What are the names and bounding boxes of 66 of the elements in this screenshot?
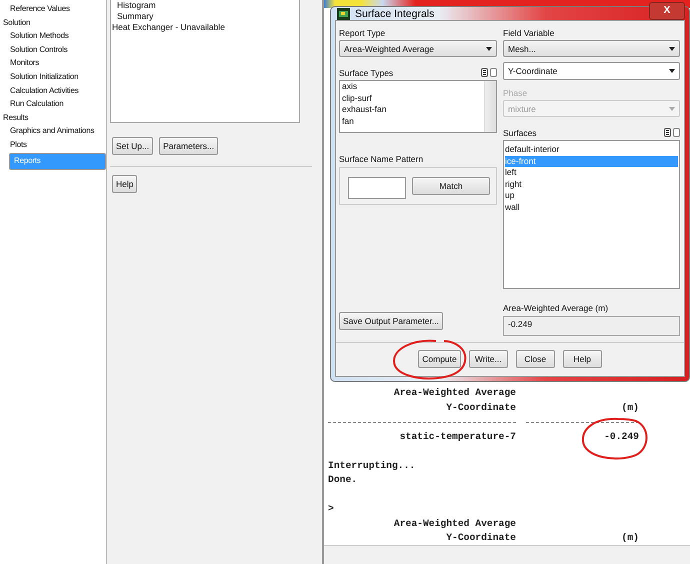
help-button[interactable]: Help [112,175,138,193]
report-list-item[interactable]: Heat Exchanger - Unavailable [111,22,299,33]
select-all-icon[interactable] [481,68,488,77]
field-label: Phase [503,87,528,99]
tree-item[interactable]: Monitors [9,58,40,68]
app-icon [337,8,350,20]
report-type-dropdown[interactable]: Area-Weighted Average [339,40,497,57]
tree-item[interactable]: Run Calculation [9,99,64,108]
panel-button[interactable]: Parameters... [159,137,218,155]
list-item[interactable]: right [505,178,678,190]
match-button[interactable]: Match [412,177,490,195]
panel-button[interactable]: Set Up... [112,137,154,155]
console-text: Interrupting... [328,458,416,472]
field-label: Surface Name Pattern [339,153,424,165]
horizontal-scrollbar[interactable] [324,545,690,564]
window-close-button[interactable]: X [649,2,685,20]
tree-item[interactable]: Plots [9,140,28,149]
list-item[interactable]: fan [342,116,484,127]
console-text: Done. [328,473,358,487]
tree-item[interactable]: Solution Controls [9,44,69,54]
tree-item[interactable]: Calculation Activities [9,86,80,95]
tree-item[interactable]: Solution Initialization [9,72,80,81]
tree-section[interactable]: Results [2,110,28,124]
tree-item[interactable]: Reference Values [9,4,71,13]
console-text: Area-Weighted Average [392,516,516,530]
field-label: Surface Types [339,67,394,79]
dialog-button[interactable]: Compute [418,350,461,368]
caret-icon [669,69,675,73]
vertical-scrollbar[interactable] [484,81,496,132]
list-item[interactable]: exhaust-fan [342,104,484,116]
caret-icon [669,46,675,50]
console-text: static-temperature-7 [398,430,516,444]
tree-section[interactable]: Solution [2,16,30,30]
result-field: -0.249 [503,316,680,336]
pattern-input-field[interactable] [348,177,406,199]
field-label: Field Variable [503,27,556,39]
list-item[interactable]: default-interior [505,144,678,156]
console-value: (m) [620,400,639,414]
list-item[interactable]: wall [505,202,678,213]
dialog-button[interactable]: Write... [468,350,508,368]
dialog-button[interactable]: Help [562,350,602,368]
console-text: Area-Weighted Average [392,386,516,400]
select-all-icon[interactable] [664,128,671,137]
report-list-item[interactable]: Histogram [111,0,299,11]
dialog-button[interactable]: Close [516,350,555,368]
dialog-title: Surface Integrals [355,8,434,20]
list-item[interactable]: clip-surf [342,92,484,104]
caret-icon [669,106,675,110]
console-text: > [328,502,334,516]
console-value: -0.249 [603,430,639,444]
list-item[interactable]: up [505,190,678,202]
field-variable-dropdown[interactable]: Mesh... [503,40,680,57]
field-label: Report Type [339,27,386,39]
report-list-item[interactable]: Summary [111,11,299,22]
field-label: Area-Weighted Average (m) [503,302,610,314]
caret-icon [486,46,492,50]
save-output-parameter-button[interactable]: Save Output Parameter... [339,312,443,330]
field-label: Surfaces [503,127,537,139]
list-item[interactable]: left [505,167,678,178]
console-text: Y-Coordinate [445,400,516,414]
console-text: Y-Coordinate [445,531,516,545]
field-variable-dropdown[interactable]: Y-Coordinate [503,62,680,80]
console-value: (m) [620,531,639,545]
tree-item[interactable]: Graphics and Animations [9,126,96,136]
list-item[interactable]: axis [342,81,484,92]
tree-item[interactable]: Solution Methods [9,31,70,40]
